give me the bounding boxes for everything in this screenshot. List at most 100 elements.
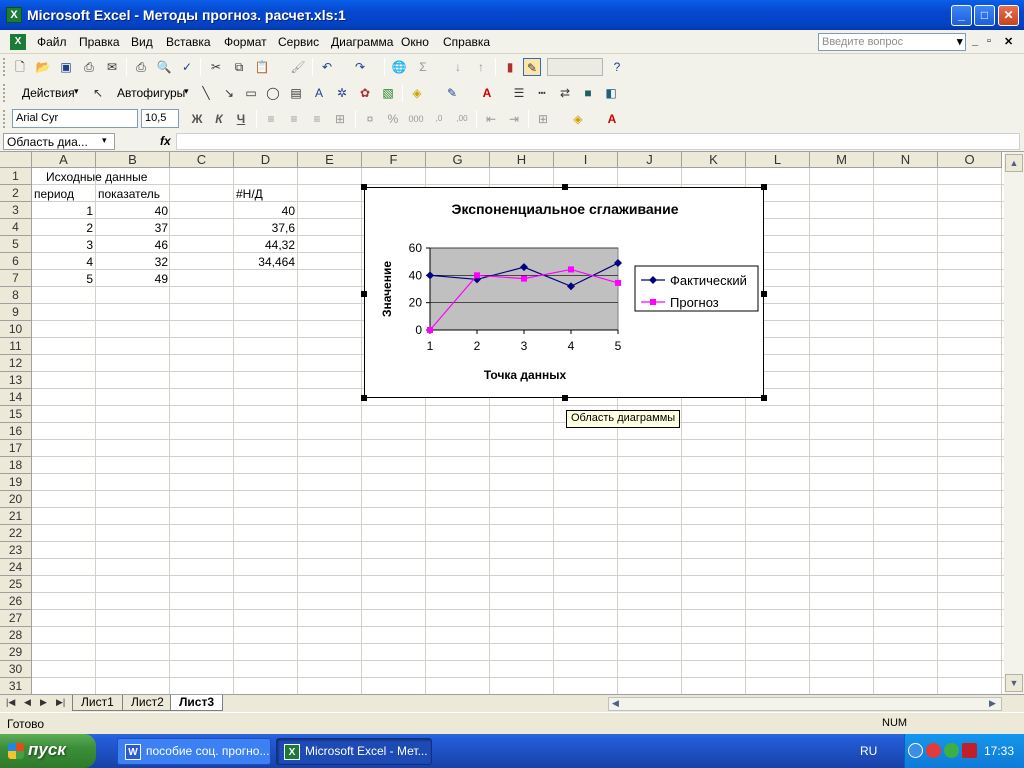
increase-decimal-icon[interactable]: ,0 <box>430 110 448 128</box>
thousands-icon[interactable]: 000 <box>407 110 425 128</box>
maximize-icon[interactable]: □ <box>974 5 995 26</box>
row-header-23[interactable]: 23 <box>0 542 32 559</box>
sort-descending-icon[interactable]: ↑ <box>472 58 490 76</box>
menu-window[interactable]: Окно <box>401 35 429 49</box>
next-sheet-icon[interactable]: ▶ <box>40 697 47 708</box>
font-name-select[interactable]: Arial Cyr <box>12 109 138 128</box>
minimize-icon[interactable]: _ <box>951 5 972 26</box>
plot-area[interactable] <box>429 247 619 331</box>
menu-insert[interactable]: Вставка <box>166 35 211 49</box>
line-color-icon[interactable]: ✎ <box>443 84 461 102</box>
arrow-style-icon[interactable]: ⇄ <box>556 84 574 102</box>
scroll-left-icon[interactable]: ◀ <box>612 698 619 709</box>
row-header-10[interactable]: 10 <box>0 321 32 338</box>
cell-B6[interactable]: 32 <box>96 254 168 271</box>
oval-icon[interactable]: ◯ <box>264 84 282 102</box>
chart-wizard-icon[interactable]: ▮ <box>501 58 519 76</box>
cell-D5[interactable]: 44,32 <box>233 237 295 254</box>
cell-A2[interactable]: период <box>34 186 74 203</box>
cell-B4[interactable]: 37 <box>96 220 168 237</box>
percent-icon[interactable]: % <box>384 110 402 128</box>
taskbar-item-excel[interactable]: X Microsoft Excel - Мет... <box>276 738 432 765</box>
row-header-3[interactable]: 3 <box>0 202 32 219</box>
row-header-9[interactable]: 9 <box>0 304 32 321</box>
menu-tools[interactable]: Сервис <box>278 35 319 49</box>
insert-function-icon[interactable]: fx <box>160 134 171 148</box>
row-header-31[interactable]: 31 <box>0 678 32 694</box>
undo-icon[interactable]: ↶ <box>318 58 336 76</box>
sheet-tab-1[interactable]: Лист1 <box>72 695 123 711</box>
redo-icon[interactable]: ↷ <box>351 58 369 76</box>
resize-handle-n[interactable] <box>562 184 568 190</box>
column-header-M[interactable]: M <box>810 152 874 168</box>
tray-expand-icon[interactable] <box>908 743 923 758</box>
line-style-icon[interactable]: ☰ <box>510 84 528 102</box>
toolbar-grip[interactable] <box>3 84 6 102</box>
cell-A6[interactable]: 4 <box>32 254 93 271</box>
autoshapes-menu[interactable]: Автофигуры <box>117 86 185 100</box>
mdi-close-icon[interactable]: ✕ <box>1004 35 1013 48</box>
column-header-B[interactable]: B <box>96 152 170 168</box>
row-header-2[interactable]: 2 <box>0 185 32 202</box>
mail-icon[interactable]: ✉ <box>103 58 121 76</box>
column-header-K[interactable]: K <box>682 152 746 168</box>
excel-icon[interactable]: X <box>6 7 22 23</box>
format-painter-icon[interactable]: 🖌 <box>289 58 307 76</box>
cell-D2[interactable]: #Н/Д <box>236 186 263 203</box>
sheet-tab-3[interactable]: Лист3 <box>170 695 224 711</box>
start-button[interactable]: пуск <box>0 734 96 768</box>
decrease-indent-icon[interactable]: ⇤ <box>482 110 500 128</box>
row-header-22[interactable]: 22 <box>0 525 32 542</box>
save-icon[interactable]: ▣ <box>57 58 75 76</box>
column-header-L[interactable]: L <box>746 152 810 168</box>
workbook-icon[interactable]: X <box>10 34 26 50</box>
scroll-up-icon[interactable]: ▲ <box>1005 154 1023 172</box>
taskbar-item-word[interactable]: W пособие соц. прогно... <box>117 738 271 765</box>
fill-color-icon[interactable]: ◈ <box>408 84 426 102</box>
resize-handle-e[interactable] <box>761 291 767 297</box>
line-icon[interactable]: ╲ <box>197 84 215 102</box>
shadow-icon[interactable]: ■ <box>579 84 597 102</box>
cell-B7[interactable]: 49 <box>96 271 168 288</box>
first-sheet-icon[interactable]: |◀ <box>6 697 15 708</box>
mdi-restore-icon[interactable]: ▫ <box>987 35 991 47</box>
arrow-icon[interactable]: ↘ <box>220 84 238 102</box>
picture-icon[interactable]: ▧ <box>379 84 397 102</box>
row-header-24[interactable]: 24 <box>0 559 32 576</box>
row-header-1[interactable]: 1 <box>0 168 32 185</box>
cell-A3[interactable]: 1 <box>32 203 93 220</box>
horizontal-scrollbar[interactable]: ◀ ▶ <box>608 697 1002 711</box>
bold-button[interactable]: Ж <box>188 110 206 128</box>
menu-view[interactable]: Вид <box>131 35 153 49</box>
row-header-14[interactable]: 14 <box>0 389 32 406</box>
row-header-30[interactable]: 30 <box>0 661 32 678</box>
resize-handle-ne[interactable] <box>761 184 767 190</box>
name-box[interactable]: Область диа... <box>3 133 115 150</box>
3d-icon[interactable]: ◧ <box>602 84 620 102</box>
dash-style-icon[interactable]: ┅ <box>533 84 551 102</box>
cut-icon[interactable]: ✂ <box>207 58 225 76</box>
cell-A4[interactable]: 2 <box>32 220 93 237</box>
cell-D6[interactable]: 34,464 <box>233 254 295 271</box>
toolbar-grip[interactable] <box>3 110 6 128</box>
last-sheet-icon[interactable]: ▶| <box>56 697 65 708</box>
mdi-minimize-icon[interactable]: _ <box>972 35 978 47</box>
title-bar[interactable]: X Microsoft Excel - Методы прогноз. расч… <box>0 0 1024 30</box>
column-header-E[interactable]: E <box>298 152 362 168</box>
y-axis-label[interactable]: Значение <box>380 261 394 317</box>
diagram-icon[interactable]: ✲ <box>333 84 351 102</box>
column-header-A[interactable]: A <box>32 152 96 168</box>
chart-area[interactable]: Экспоненциальное сглаживание 0 20 40 60 1 2 3… <box>361 184 767 401</box>
select-objects-icon[interactable]: ↖ <box>89 84 107 102</box>
rectangle-icon[interactable]: ▭ <box>242 84 260 102</box>
kaspersky-icon[interactable] <box>962 743 977 758</box>
paste-icon[interactable]: 📋 <box>253 58 271 76</box>
row-header-12[interactable]: 12 <box>0 355 32 372</box>
row-header-15[interactable]: 15 <box>0 406 32 423</box>
row-header-26[interactable]: 26 <box>0 593 32 610</box>
resize-handle-se[interactable] <box>761 395 767 401</box>
sort-ascending-icon[interactable]: ↓ <box>449 58 467 76</box>
zoom-dropdown[interactable] <box>547 58 603 76</box>
fill-color-icon[interactable]: ◈ <box>569 110 587 128</box>
resize-handle-s[interactable] <box>562 395 568 401</box>
